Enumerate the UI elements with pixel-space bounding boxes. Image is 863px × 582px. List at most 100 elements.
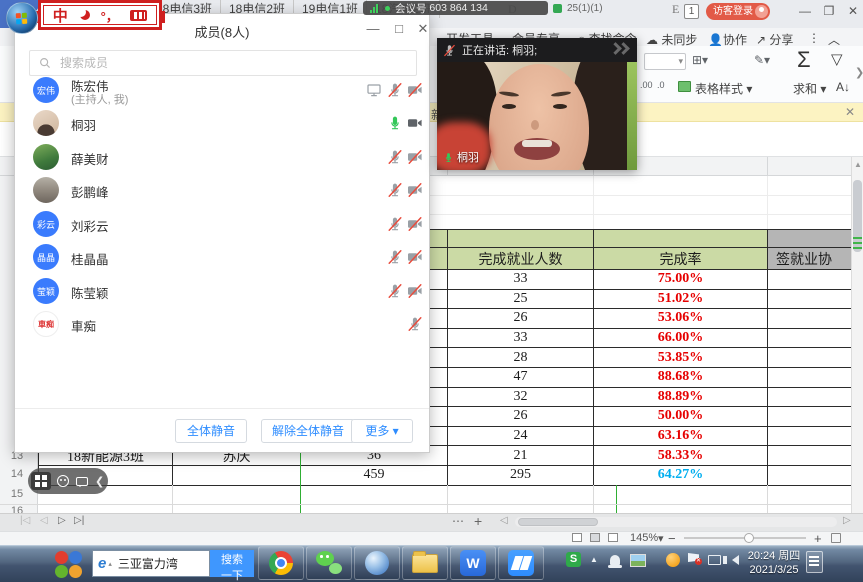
tab-nav-first-icon[interactable]: |◁ (20, 515, 30, 526)
taskbar-item-browser[interactable] (354, 546, 400, 580)
mic-off-icon[interactable] (387, 82, 403, 98)
panel-minimize-button[interactable]: — (363, 20, 383, 38)
horizontal-scrollbar-thumb[interactable] (518, 518, 598, 526)
filter-icon[interactable]: ▽ (831, 50, 843, 68)
ime-punctuation-indicator[interactable]: °， (101, 6, 119, 25)
mic-off-icon[interactable] (387, 149, 403, 165)
zoom-slider-handle[interactable] (744, 533, 754, 543)
zoom-level[interactable]: 145% (630, 532, 658, 544)
ime-status-bar[interactable]: 中 °， (38, 0, 162, 30)
format-painter-icon[interactable]: ✎▾ (754, 53, 770, 67)
taskbar-clock[interactable]: 20:24 周四 2021/3/25 (746, 549, 802, 577)
camera-off-icon[interactable] (407, 249, 423, 265)
tab-nav-last-icon[interactable]: ▷| (74, 515, 84, 526)
wps-close-button[interactable]: ✕ (844, 2, 862, 20)
hscroll-left-icon[interactable]: ◁ (500, 515, 508, 526)
chat-bubble-icon[interactable] (76, 477, 88, 486)
hscroll-right-icon[interactable]: ▷ (843, 515, 851, 526)
start-button[interactable] (6, 2, 38, 34)
ime-halfwidth-moon-icon[interactable] (76, 7, 86, 17)
visitor-login-button[interactable]: 访客登录 (706, 3, 770, 20)
member-search-box[interactable] (29, 50, 417, 76)
sort-asc-icon[interactable]: A↓ (836, 80, 850, 94)
apps-grid-icon[interactable] (31, 472, 51, 490)
app-icon-colorballs[interactable] (54, 550, 82, 578)
mic-off-icon[interactable] (387, 216, 403, 232)
camera-off-icon[interactable] (407, 182, 423, 198)
zoom-dropdown-icon[interactable]: ▾ (658, 532, 664, 545)
panel-maximize-button[interactable]: □ (389, 20, 409, 38)
notification-list-icon[interactable] (806, 551, 823, 573)
unmute-all-button[interactable]: 解除全体静音 (261, 419, 355, 443)
ime-mode-indicator[interactable]: 中 (53, 5, 68, 26)
vertical-scrollbar[interactable]: ▲ (851, 157, 863, 513)
table-style-button[interactable]: 表格样式 ▾ (695, 80, 752, 97)
mic-off-icon[interactable] (407, 316, 423, 332)
autosum-icon[interactable]: Σ (797, 47, 811, 73)
tab-nav-prev-icon[interactable]: ◁ (40, 515, 48, 526)
taskbar-item-meeting[interactable] (498, 546, 544, 580)
dropdown-caret-icon[interactable]: ▴ (108, 560, 112, 568)
reaction-smiley-icon[interactable] (57, 475, 69, 487)
meeting-floating-widget[interactable]: ❮ (28, 468, 108, 494)
tray-sogou[interactable]: S (566, 552, 581, 567)
document-tab-label[interactable]: 25(1)(1) (567, 3, 603, 14)
view-normal-icon[interactable] (572, 533, 582, 542)
member-search-input[interactable] (58, 55, 388, 71)
taskbar-search-widget[interactable]: e▴ 搜索一下 (92, 550, 254, 577)
wps-minimize-button[interactable]: — (796, 2, 814, 20)
panel-close-button[interactable]: ✕ (413, 20, 433, 38)
tray-bell[interactable] (610, 555, 620, 565)
decimal-decrease-icon[interactable]: .0 (657, 80, 665, 90)
search-go-button[interactable]: 搜索一下 (210, 550, 254, 577)
tray-picture[interactable] (630, 554, 646, 567)
notification-close-icon[interactable]: ✕ (845, 105, 855, 119)
scroll-up-icon[interactable]: ▲ (854, 160, 862, 169)
zoom-in-icon[interactable]: + (814, 531, 822, 546)
zoom-out-icon[interactable]: − (668, 531, 676, 546)
number-format-combo[interactable]: ▾ (644, 53, 686, 70)
taskbar-item-wechat[interactable] (306, 546, 352, 580)
view-pagebreak-icon[interactable] (608, 533, 618, 542)
camera-off-icon[interactable] (407, 283, 423, 299)
camera-off-icon[interactable] (407, 216, 423, 232)
user-count-badge[interactable]: 1 (684, 4, 699, 19)
row-number[interactable]: 15 (0, 488, 34, 500)
fullscreen-icon[interactable] (831, 533, 841, 543)
ime-softkeyboard-icon[interactable] (130, 10, 147, 21)
mic-off-icon[interactable] (387, 249, 403, 265)
tab-nav-next-icon[interactable]: ▷ (58, 515, 66, 526)
ribbon-expand-icon[interactable]: ❯ (855, 66, 863, 79)
mute-all-button[interactable]: 全体静音 (175, 419, 247, 443)
tray-expand-icon[interactable]: ▲ (590, 555, 598, 564)
tray-security[interactable] (666, 553, 680, 567)
collapse-arrow-icon[interactable]: ❮ (95, 475, 104, 488)
mic-off-icon[interactable] (387, 182, 403, 198)
borders-icon[interactable]: ⊞▾ (692, 53, 708, 67)
taskbar-search-input[interactable] (116, 556, 194, 572)
taskbar-item-wps[interactable]: W (450, 546, 496, 580)
more-button[interactable]: 更多 ▾ (351, 419, 413, 443)
camera-off-icon[interactable] (407, 149, 423, 165)
tray-action-center[interactable]: ✕ (688, 553, 706, 562)
camera-off-icon[interactable] (407, 82, 423, 98)
column-letter-e[interactable]: E (672, 2, 679, 17)
mic-off-icon[interactable] (387, 283, 403, 299)
tray-network[interactable] (708, 555, 721, 565)
add-sheet-icon[interactable]: + (474, 513, 482, 529)
taskbar-item-explorer[interactable] (402, 546, 448, 580)
view-pagelayout-icon[interactable] (590, 533, 600, 542)
screen-share-icon[interactable] (366, 82, 382, 98)
sheet-tab-more-icon[interactable]: ⋯ (452, 514, 464, 528)
meeting-info-pill[interactable]: 会议号 603 864 134 (363, 1, 548, 15)
wps-restore-button[interactable]: ❐ (820, 2, 838, 20)
tray-volume[interactable] (727, 555, 739, 565)
ie-search-box[interactable]: e▴ (92, 550, 210, 577)
more-menu-icon[interactable]: ⋮ (808, 31, 820, 45)
mic-on-icon[interactable] (387, 115, 403, 131)
taskbar-item-chrome[interactable] (258, 546, 304, 580)
sum-button[interactable]: 求和 ▾ (793, 80, 826, 97)
speaker-video-window[interactable]: 正在讲话: 桐羽; 桐羽 (437, 38, 637, 170)
decimal-increase-icon[interactable]: .00 (640, 80, 653, 90)
camera-on-icon[interactable] (407, 115, 423, 131)
